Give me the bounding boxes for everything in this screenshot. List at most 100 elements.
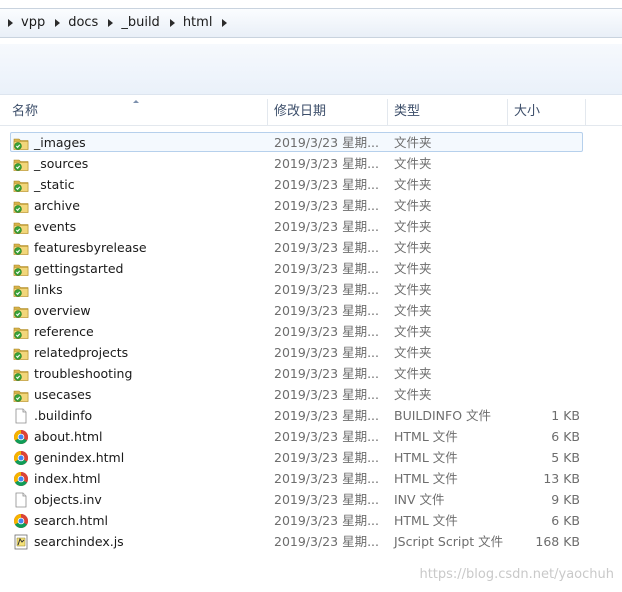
chrome-html-icon: [13, 429, 29, 445]
file-name: events: [34, 219, 77, 234]
file-row[interactable]: usecases 2019/3/23 星期... 文件夹: [0, 384, 622, 405]
file-date: 2019/3/23 星期...: [274, 261, 379, 276]
chrome-html-icon: [13, 450, 29, 466]
file-date: 2019/3/23 星期...: [274, 534, 379, 549]
file-type: HTML 文件: [394, 429, 458, 444]
file-row[interactable]: searchindex.js 2019/3/23 星期... JScript Scr…: [0, 531, 622, 552]
file-row[interactable]: objects.inv 2019/3/23 星期... INV 文件 9 KB: [0, 489, 622, 510]
folder-icon: [13, 282, 29, 298]
file-date: 2019/3/23 星期...: [274, 345, 379, 360]
blank-file-icon: [13, 408, 29, 424]
file-row[interactable]: featuresbyrelease 2019/3/23 星期... 文件夹: [0, 237, 622, 258]
file-type: HTML 文件: [394, 471, 458, 486]
breadcrumb: vpp docs _build html: [6, 15, 235, 30]
column-size[interactable]: 大小: [508, 99, 586, 125]
file-row[interactable]: links 2019/3/23 星期... 文件夹: [0, 279, 622, 300]
file-name: archive: [34, 198, 80, 213]
file-name: search.html: [34, 513, 108, 528]
file-row[interactable]: events 2019/3/23 星期... 文件夹: [0, 216, 622, 237]
file-name: troubleshooting: [34, 366, 133, 381]
file-date: 2019/3/23 星期...: [274, 513, 379, 528]
file-name: featuresbyrelease: [34, 240, 147, 255]
folder-icon: [13, 240, 29, 256]
folder-icon: [13, 366, 29, 382]
file-size: 168 KB: [535, 534, 580, 549]
file-row[interactable]: index.html 2019/3/23 星期... HTML 文件 13 KB: [0, 468, 622, 489]
file-row[interactable]: _static 2019/3/23 星期... 文件夹: [0, 174, 622, 195]
file-row[interactable]: reference 2019/3/23 星期... 文件夹: [0, 321, 622, 342]
column-type[interactable]: 类型: [388, 99, 508, 125]
file-row[interactable]: _images 2019/3/23 星期... 文件夹: [0, 132, 622, 153]
file-row[interactable]: genindex.html 2019/3/23 星期... HTML 文件 5 KB: [0, 447, 622, 468]
breadcrumb-item[interactable]: _build: [121, 15, 159, 30]
file-list: _images 2019/3/23 星期... 文件夹 _sources 2019/3/…: [0, 132, 622, 552]
file-date: 2019/3/23 星期...: [274, 387, 379, 402]
file-row[interactable]: _sources 2019/3/23 星期... 文件夹: [0, 153, 622, 174]
file-name: index.html: [34, 471, 101, 486]
file-row[interactable]: .buildinfo 2019/3/23 星期... BUILDINFO 文件 1 K…: [0, 405, 622, 426]
toolbar: [0, 44, 622, 95]
folder-icon: [13, 135, 29, 151]
file-row[interactable]: overview 2019/3/23 星期... 文件夹: [0, 300, 622, 321]
file-type: 文件夹: [394, 324, 432, 339]
file-row[interactable]: archive 2019/3/23 星期... 文件夹: [0, 195, 622, 216]
file-type: BUILDINFO 文件: [394, 408, 492, 423]
file-row[interactable]: troubleshooting 2019/3/23 星期... 文件夹: [0, 363, 622, 384]
chevron-right-icon[interactable]: [108, 18, 114, 27]
file-type: JScript Script 文件: [394, 534, 504, 549]
column-date[interactable]: 修改日期: [268, 99, 388, 125]
file-date: 2019/3/23 星期...: [274, 282, 379, 297]
folder-icon: [13, 156, 29, 172]
file-type: HTML 文件: [394, 513, 458, 528]
breadcrumb-item[interactable]: docs: [68, 15, 98, 30]
file-row[interactable]: search.html 2019/3/23 星期... HTML 文件 6 KB: [0, 510, 622, 531]
file-name: searchindex.js: [34, 534, 124, 549]
folder-icon: [13, 345, 29, 361]
file-type: 文件夹: [394, 177, 432, 192]
chevron-right-icon[interactable]: [55, 18, 61, 27]
file-date: 2019/3/23 星期...: [274, 450, 379, 465]
breadcrumb-item[interactable]: vpp: [21, 15, 45, 30]
file-size: 9 KB: [551, 492, 580, 507]
chevron-right-icon[interactable]: [169, 18, 175, 27]
file-row[interactable]: relatedprojects 2019/3/23 星期... 文件夹: [0, 342, 622, 363]
folder-icon: [13, 261, 29, 277]
file-type: 文件夹: [394, 366, 432, 381]
file-date: 2019/3/23 星期...: [274, 408, 379, 423]
file-name: _images: [34, 135, 86, 150]
file-type: 文件夹: [394, 219, 432, 234]
file-name: overview: [34, 303, 91, 318]
address-bar[interactable]: vpp docs _build html: [0, 8, 622, 38]
file-type: 文件夹: [394, 345, 432, 360]
file-size: 13 KB: [543, 471, 580, 486]
file-type: 文件夹: [394, 282, 432, 297]
chrome-html-icon: [13, 471, 29, 487]
blank-file-icon: [13, 492, 29, 508]
file-name: usecases: [34, 387, 92, 402]
file-type: 文件夹: [394, 387, 432, 402]
column-header: 名称 修改日期 类型 大小: [0, 99, 622, 126]
folder-icon: [13, 219, 29, 235]
file-size: 5 KB: [551, 450, 580, 465]
file-name: _sources: [34, 156, 89, 171]
column-name[interactable]: 名称: [6, 99, 268, 125]
breadcrumb-item[interactable]: html: [183, 15, 213, 30]
file-date: 2019/3/23 星期...: [274, 303, 379, 318]
file-type: INV 文件: [394, 492, 445, 507]
file-size: 6 KB: [551, 513, 580, 528]
file-date: 2019/3/23 星期...: [274, 156, 379, 171]
file-type: 文件夹: [394, 198, 432, 213]
file-name: reference: [34, 324, 94, 339]
file-date: 2019/3/23 星期...: [274, 324, 379, 339]
chevron-right-icon[interactable]: [222, 18, 228, 27]
file-row[interactable]: gettingstarted 2019/3/23 星期... 文件夹: [0, 258, 622, 279]
chevron-right-icon[interactable]: [8, 18, 13, 27]
file-date: 2019/3/23 星期...: [274, 471, 379, 486]
file-type: 文件夹: [394, 303, 432, 318]
file-type: 文件夹: [394, 156, 432, 171]
jscript-file-icon: [13, 534, 29, 550]
file-date: 2019/3/23 星期...: [274, 429, 379, 444]
file-size: 1 KB: [551, 408, 580, 423]
file-row[interactable]: about.html 2019/3/23 星期... HTML 文件 6 KB: [0, 426, 622, 447]
file-date: 2019/3/23 星期...: [274, 177, 379, 192]
